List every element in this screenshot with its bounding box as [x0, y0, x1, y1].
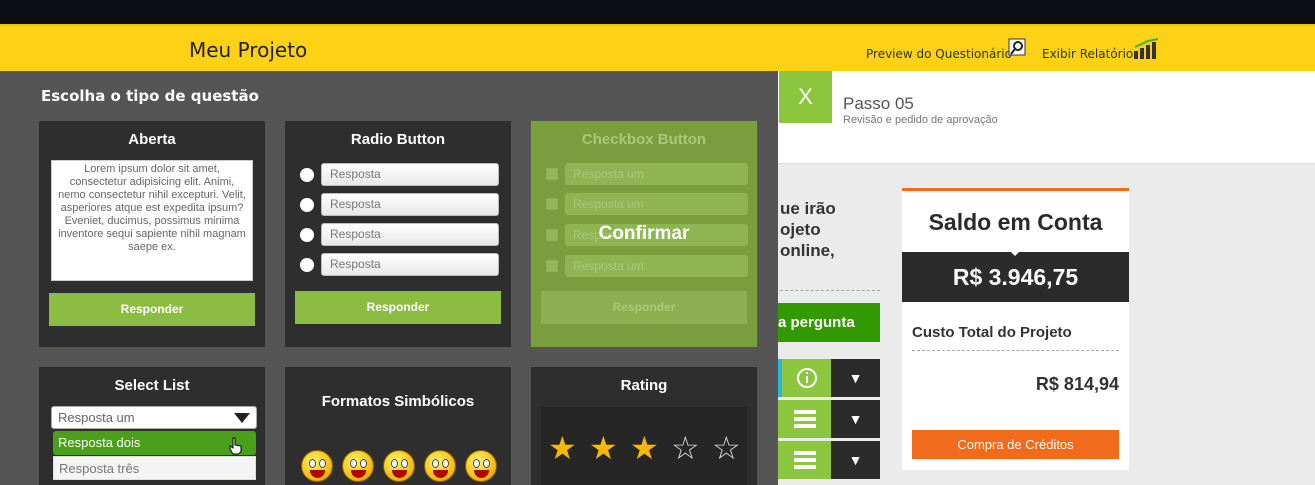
project-cost-value: R$ 814,94 [1035, 374, 1119, 394]
dropdown-arrow-icon[interactable]: ▼ [831, 400, 880, 438]
select-value: Resposta um [58, 410, 135, 425]
star-empty-icon[interactable]: ☆ [712, 432, 741, 464]
card-title: Aberta [128, 131, 176, 148]
checkbox-option[interactable]: Resposta um [541, 163, 748, 187]
header-bar: Meu Projeto Preview do Questionário Exib… [0, 24, 1315, 71]
select-option-highlighted[interactable]: Resposta dois [53, 431, 256, 455]
card-title: Radio Button [350, 131, 446, 148]
question-row: ▼ [778, 359, 880, 399]
radio-option[interactable]: Resposta [297, 163, 501, 187]
checkbox[interactable] [546, 260, 558, 272]
smiley-icon[interactable] [342, 450, 374, 482]
select-dropdown[interactable]: Resposta um [51, 406, 257, 429]
smiley-icon[interactable] [383, 450, 415, 482]
card-rating[interactable]: Rating ★ ★ ★ ☆ ☆ [531, 367, 757, 485]
smiley-icon[interactable] [424, 450, 456, 482]
checkbox-answer-input[interactable]: Resposta um [565, 255, 748, 277]
star-empty-icon[interactable]: ☆ [671, 432, 700, 464]
checkbox[interactable] [546, 198, 558, 210]
divider [912, 350, 1119, 351]
card-symbolic-formats[interactable]: Formatos Simbólicos [285, 367, 511, 485]
app-root: Meu Projeto Preview do Questionário Exib… [0, 0, 1315, 485]
card-select-list[interactable]: Select List Resposta um Resposta dois Re… [39, 367, 265, 485]
star-filled-icon[interactable]: ★ [630, 432, 659, 464]
browser-top-bar [0, 0, 1315, 24]
background-text-line: online, [780, 241, 835, 260]
answer-textarea[interactable]: Lorem ipsum dolor sit amet, consectetur … [51, 160, 253, 281]
balance-notch [1008, 249, 1022, 256]
preview-questionnaire-link[interactable]: Preview do Questionário [866, 47, 1012, 61]
balance-title: Saldo em Conta [928, 209, 1103, 235]
radio-circle[interactable] [300, 228, 314, 242]
magnifier-icon[interactable] [1008, 38, 1028, 58]
select-option[interactable]: Resposta três [53, 456, 256, 480]
radio-answer-input[interactable]: Resposta [321, 163, 499, 186]
checkbox-option[interactable]: Resposta um [541, 255, 748, 279]
respond-button[interactable]: Responder [49, 293, 255, 326]
card-open-question[interactable]: Aberta Lorem ipsum dolor sit amet, conse… [39, 121, 265, 347]
balance-value: R$ 3.946,75 [902, 252, 1129, 302]
radio-circle[interactable] [300, 258, 314, 272]
close-button[interactable]: X [779, 71, 832, 123]
background-text-line: ojeto [780, 220, 821, 239]
radio-answer-input[interactable]: Resposta [321, 193, 499, 216]
background-text: ue irão ojeto online, [780, 198, 836, 261]
confirm-button[interactable]: Confirmar [531, 223, 757, 245]
list-icon[interactable] [778, 441, 831, 479]
card-title: Select List [114, 377, 190, 394]
checkbox-answer-input[interactable]: Resposta um [565, 163, 748, 185]
respond-button[interactable]: Responder [295, 291, 501, 324]
chevron-down-icon[interactable] [234, 413, 250, 423]
smiley-icon[interactable] [301, 450, 333, 482]
radio-option[interactable]: Resposta [297, 193, 501, 217]
list-icon[interactable] [778, 400, 831, 438]
radio-circle[interactable] [300, 198, 314, 212]
radio-option[interactable]: Resposta [297, 253, 501, 277]
card-checkbox-button[interactable]: Checkbox Button Resposta um Resposta um … [531, 121, 757, 347]
radio-circle[interactable] [300, 168, 314, 182]
card-title: Checkbox Button [581, 131, 707, 148]
dropdown-arrow-icon[interactable]: ▼ [831, 359, 880, 397]
radio-option[interactable]: Resposta [297, 223, 501, 247]
card-radio-button[interactable]: Radio Button Resposta Resposta Resposta … [285, 121, 511, 347]
question-row: ▼ [778, 400, 880, 440]
radio-answer-input[interactable]: Resposta [321, 253, 499, 276]
app-title: Meu Projeto [189, 38, 308, 62]
card-title: Rating [620, 377, 668, 394]
panel-title: Escolha o tipo de questão [41, 87, 259, 105]
star-filled-icon[interactable]: ★ [589, 432, 618, 464]
hand-cursor-icon [229, 437, 242, 455]
card-title: Formatos Simbólicos [321, 393, 475, 410]
background-text-line: ue irão [780, 199, 836, 218]
checkbox-option[interactable]: Resposta um [541, 193, 748, 217]
dropdown-arrow-icon[interactable]: ▼ [831, 441, 880, 479]
checkbox-answer-input[interactable]: Resposta um [565, 193, 748, 215]
project-cost-label: Custo Total do Projeto [912, 324, 1072, 341]
account-balance-card: Saldo em Conta R$ 3.946,75 Custo Total d… [902, 188, 1129, 470]
add-question-button[interactable]: a pergunta [778, 303, 880, 342]
question-row: ▼ [778, 441, 880, 481]
star-filled-icon[interactable]: ★ [548, 432, 577, 464]
step-subtitle: Revisão e pedido de aprovação [843, 114, 998, 126]
show-report-link[interactable]: Exibir Relatório [1042, 47, 1133, 61]
respond-button[interactable]: Responder [541, 291, 747, 324]
question-type-panel: Escolha o tipo de questão Aberta Lorem i… [0, 71, 778, 485]
checkbox[interactable] [546, 168, 558, 180]
step-title: Passo 05 [843, 94, 914, 113]
smiley-icon[interactable] [465, 450, 497, 482]
divider [780, 290, 880, 291]
bar-chart-icon[interactable] [1133, 38, 1161, 60]
radio-answer-input[interactable]: Resposta [321, 223, 499, 246]
info-icon[interactable] [782, 359, 831, 397]
buy-credits-button[interactable]: Compra de Créditos [912, 430, 1119, 459]
